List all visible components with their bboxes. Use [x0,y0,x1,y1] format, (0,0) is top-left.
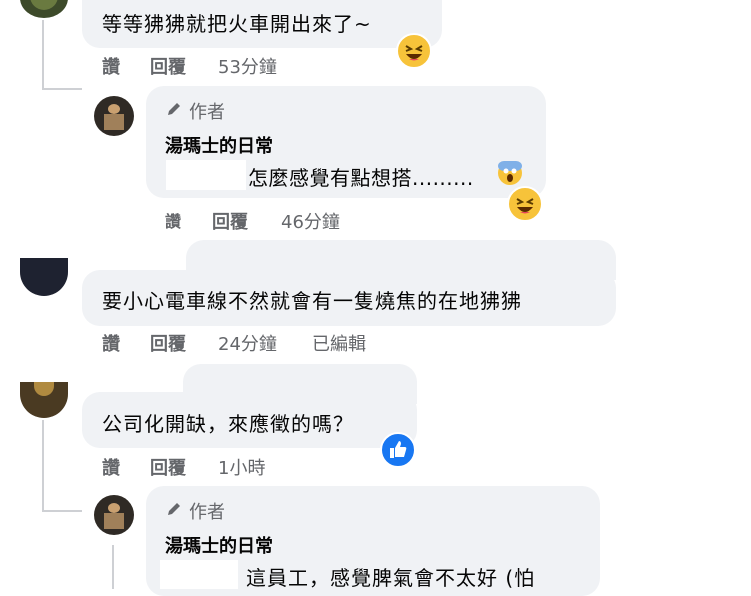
author-badge: 作者 [165,98,225,124]
comment-text: 公司化開缺，來應徵的嗎？ [102,412,354,436]
thumbs-up-reaction[interactable] [380,432,416,468]
redacted-mention [166,160,246,190]
author-avatar[interactable] [94,96,134,136]
thread-line-curve [42,510,82,512]
avatar[interactable] [20,0,68,18]
pencil-icon [165,100,183,123]
reply-button[interactable]: 回覆 [150,53,186,79]
comment-text: 這員工，感覺脾氣會不太好 (怕 [246,566,536,590]
timestamp[interactable]: 46分鐘 [281,208,340,234]
timestamp[interactable]: 1小時 [218,454,265,480]
like-button[interactable]: 讚 [165,208,181,232]
reply-button[interactable]: 回覆 [150,454,186,480]
like-button[interactable]: 讚 [102,454,120,480]
comment-text: 怎麼感覺有點想搭......... [248,166,474,190]
scream-emoji [498,161,522,185]
author-name[interactable]: 湯瑪士的日常 [165,532,273,558]
author-avatar[interactable] [94,495,134,535]
comment-text: 等等狒狒就把火車開出來了~ [102,12,372,36]
author-badge-label: 作者 [189,102,225,123]
edited-label[interactable]: 已編輯 [312,330,366,356]
like-button[interactable]: 讚 [102,330,120,356]
author-badge: 作者 [165,498,225,524]
thread-line [42,20,44,90]
redacted-mention [160,560,238,589]
timestamp[interactable]: 53分鐘 [218,53,277,79]
timestamp[interactable]: 24分鐘 [218,330,277,356]
author-name[interactable]: 湯瑪士的日常 [165,132,273,158]
thread-line-curve [42,88,82,90]
comment-text: 要小心電車線不然就會有一隻燒焦的在地狒狒 [102,289,522,313]
like-button[interactable]: 讚 [102,53,120,79]
reply-button[interactable]: 回覆 [212,208,248,234]
avatar[interactable] [20,382,68,418]
thread-line [42,420,44,512]
avatar[interactable] [20,258,68,296]
author-badge-label: 作者 [189,502,225,523]
reply-button[interactable]: 回覆 [150,330,186,356]
laughing-emoji[interactable] [507,186,543,222]
thread-line [112,545,114,589]
laughing-emoji[interactable] [396,33,432,69]
pencil-icon [165,500,183,523]
